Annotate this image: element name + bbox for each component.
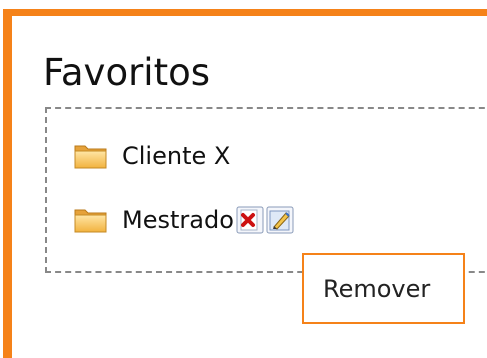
favorite-item-label: Cliente X	[122, 142, 231, 170]
favorite-item-cliente-x[interactable]: Cliente X	[73, 138, 230, 174]
delete-icon	[236, 206, 264, 234]
favorite-item-label: Mestrado	[122, 206, 234, 234]
edit-icon	[266, 206, 294, 234]
tooltip-text: Remover	[323, 275, 431, 303]
delete-button[interactable]	[236, 206, 264, 234]
folder-icon	[73, 141, 109, 171]
folder-icon	[73, 205, 109, 235]
favorites-list	[45, 107, 487, 273]
remove-tooltip: Remover	[302, 253, 465, 324]
favorites-title: Favoritos	[43, 51, 211, 94]
favorite-item-mestrado[interactable]: Mestrado	[73, 202, 294, 238]
edit-button[interactable]	[266, 206, 294, 234]
